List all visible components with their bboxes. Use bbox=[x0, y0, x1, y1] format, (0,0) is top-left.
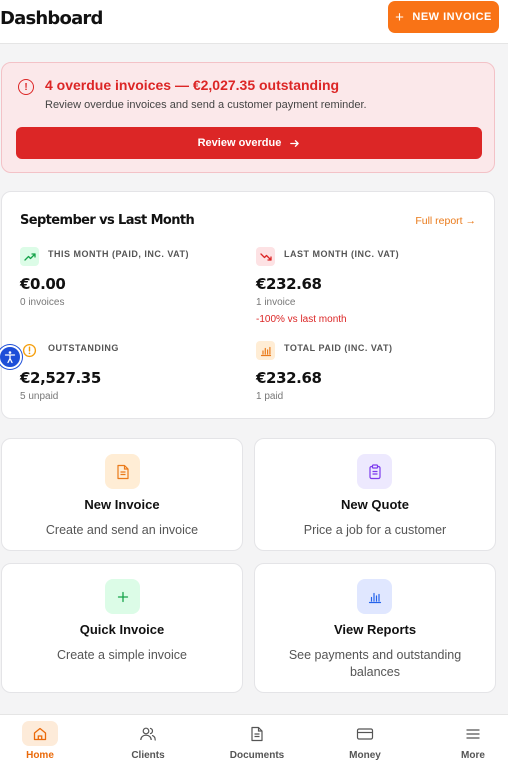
home-icon bbox=[22, 721, 58, 746]
action-title: New Quote bbox=[341, 497, 409, 512]
bar-chart-icon bbox=[357, 579, 392, 614]
action-title: View Reports bbox=[333, 622, 417, 637]
nav-item-documents[interactable]: Documents bbox=[217, 715, 297, 767]
review-overdue-label: Review overdue bbox=[197, 137, 282, 149]
stat-value: €2,527.35 bbox=[20, 369, 101, 387]
nav-item-money[interactable]: Money bbox=[325, 715, 405, 767]
new-quote-card[interactable]: New Quote Price a job for a customer bbox=[254, 438, 496, 551]
stat-value: €0.00 bbox=[20, 275, 66, 293]
full-report-link[interactable]: Full report → bbox=[415, 215, 476, 227]
alert-title: 4 overdue invoices — €2,027.35 outstandi… bbox=[45, 77, 340, 93]
full-report-label: Full report bbox=[415, 215, 463, 227]
stat-sub: 1 paid bbox=[256, 391, 284, 402]
nav-item-clients[interactable]: Clients bbox=[108, 715, 188, 767]
invoice-icon bbox=[105, 454, 140, 489]
stat-delta: -100% vs last month bbox=[256, 314, 347, 325]
credit-card-icon bbox=[347, 721, 383, 746]
accessibility-icon bbox=[4, 351, 16, 364]
quote-icon bbox=[357, 454, 392, 489]
overdue-alert: ! 4 overdue invoices — €2,027.35 outstan… bbox=[1, 62, 495, 173]
bottom-nav: Home Clients Documents Money More bbox=[0, 714, 508, 767]
arrow-right-icon bbox=[290, 139, 300, 147]
nav-label: Money bbox=[349, 750, 381, 761]
document-icon bbox=[239, 721, 275, 746]
stat-sub: 5 unpaid bbox=[20, 391, 59, 402]
action-subtitle: Create and send an invoice bbox=[45, 523, 199, 537]
nav-label: Documents bbox=[229, 750, 285, 761]
bar-chart-icon bbox=[256, 341, 275, 360]
stats-title: September vs Last Month bbox=[20, 213, 195, 228]
page-title: Dashboard bbox=[0, 8, 103, 29]
plus-icon: + bbox=[395, 8, 405, 26]
stat-sub: 1 invoice bbox=[256, 297, 296, 308]
stat-label: THIS MONTH (PAID, INC. VAT) bbox=[48, 249, 189, 259]
quick-invoice-card[interactable]: Quick Invoice Create a simple invoice bbox=[1, 563, 243, 693]
alert-icon: ! bbox=[18, 79, 34, 95]
nav-label: Clients bbox=[131, 750, 165, 761]
menu-icon bbox=[455, 721, 491, 746]
trending-up-icon bbox=[20, 247, 39, 266]
action-subtitle: Price a job for a customer bbox=[303, 523, 447, 537]
action-title: New Invoice bbox=[84, 497, 160, 512]
plus-icon bbox=[105, 579, 140, 614]
nav-label: More bbox=[461, 750, 485, 761]
new-invoice-card[interactable]: New Invoice Create and send an invoice bbox=[1, 438, 243, 551]
monthly-stats-card: September vs Last Month Full report → TH… bbox=[1, 191, 495, 419]
alert-text: Review overdue invoices and send a custo… bbox=[45, 99, 367, 111]
stat-label: OUTSTANDING bbox=[48, 343, 119, 353]
action-subtitle: Create a simple invoice bbox=[57, 648, 187, 662]
top-header: Dashboard + NEW INVOICE bbox=[0, 0, 508, 44]
stat-label: LAST MONTH (INC. VAT) bbox=[284, 249, 400, 259]
view-reports-card[interactable]: View Reports See payments and outstandin… bbox=[254, 563, 496, 693]
stat-sub: 0 invoices bbox=[20, 297, 65, 308]
stat-value: €232.68 bbox=[256, 275, 322, 293]
action-subtitle: See payments and outstanding balances bbox=[288, 648, 462, 679]
users-icon bbox=[130, 721, 166, 746]
review-overdue-button[interactable]: Review overdue bbox=[16, 127, 482, 159]
new-invoice-button[interactable]: + NEW INVOICE bbox=[388, 1, 499, 33]
trending-down-icon bbox=[256, 247, 275, 266]
stat-value: €232.68 bbox=[256, 369, 322, 387]
new-invoice-label: NEW INVOICE bbox=[412, 11, 492, 23]
action-title: Quick Invoice bbox=[79, 622, 165, 637]
stat-label: TOTAL PAID (INC. VAT) bbox=[284, 343, 393, 353]
nav-item-more[interactable]: More bbox=[433, 715, 508, 767]
arrow-right-icon: → bbox=[465, 215, 477, 227]
nav-label: Home bbox=[26, 750, 54, 761]
alert-circle-icon bbox=[20, 341, 39, 360]
nav-item-home[interactable]: Home bbox=[0, 715, 80, 767]
